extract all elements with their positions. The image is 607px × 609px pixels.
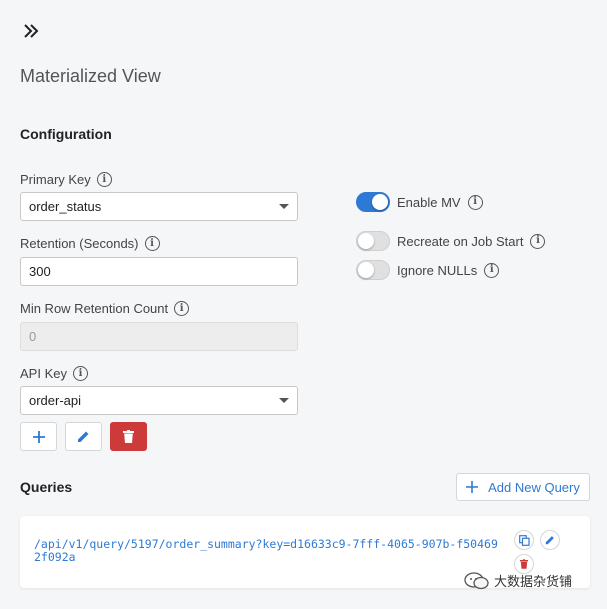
plus-icon — [466, 481, 479, 493]
info-icon[interactable]: i — [174, 301, 190, 316]
retention-label-text: Retention (Seconds) — [20, 236, 139, 251]
enable-mv-label: Enable MV — [397, 194, 461, 210]
copy-icon — [518, 534, 530, 546]
info-icon[interactable]: i — [144, 236, 160, 251]
ignore-nulls-row: Ignore NULLs i — [356, 260, 500, 280]
recreate-on-job-start-row: Recreate on Job Start i — [356, 231, 546, 251]
api-key-label-text: API Key — [20, 366, 67, 381]
add-api-key-button[interactable] — [20, 422, 57, 451]
api-key-label: API Key i — [20, 366, 88, 381]
retention-label: Retention (Seconds) i — [20, 236, 160, 251]
recreate-on-job-start-label: Recreate on Job Start — [397, 233, 524, 249]
info-icon[interactable]: i — [467, 194, 483, 210]
enable-mv-toggle[interactable] — [356, 192, 390, 212]
ignore-nulls-toggle[interactable] — [356, 260, 390, 280]
page-title: Materialized View — [20, 66, 161, 86]
add-new-query-button[interactable]: Add New Query — [456, 473, 590, 501]
primary-key-value: order_status — [29, 199, 102, 214]
edit-api-key-button[interactable] — [65, 422, 102, 451]
min-row-retention-value: 0 — [29, 329, 37, 344]
trash-icon — [520, 559, 528, 569]
queries-heading: Queries — [20, 479, 73, 495]
watermark-text: 大数据杂货铺 — [494, 574, 573, 589]
delete-api-key-button[interactable] — [110, 422, 147, 451]
min-row-retention-label: Min Row Retention Count i — [20, 301, 190, 316]
wechat-logo-icon — [464, 571, 489, 589]
info-icon[interactable]: i — [96, 172, 112, 187]
pencil-icon — [545, 536, 554, 545]
ignore-nulls-label: Ignore NULLs — [397, 262, 478, 278]
api-key-value: order-api — [29, 393, 82, 408]
retention-input[interactable]: 300 — [20, 257, 298, 286]
min-row-retention-input: 0 — [20, 322, 298, 351]
info-icon[interactable]: i — [484, 262, 500, 278]
recreate-on-job-start-toggle[interactable] — [356, 231, 390, 251]
primary-key-select[interactable]: order_status — [20, 192, 298, 221]
info-icon[interactable]: i — [72, 366, 88, 381]
watermark: 大数据杂货铺 — [464, 571, 572, 590]
api-key-select[interactable]: order-api — [20, 386, 298, 415]
pencil-icon — [78, 431, 89, 442]
edit-query-button[interactable] — [540, 530, 560, 550]
retention-value: 300 — [29, 264, 51, 279]
dropdown-caret-icon — [279, 398, 289, 403]
trash-icon — [123, 430, 134, 443]
info-icon[interactable]: i — [530, 233, 546, 249]
configuration-heading: Configuration — [20, 126, 112, 142]
add-new-query-label: Add New Query — [488, 479, 580, 495]
plus-icon — [32, 430, 45, 443]
min-row-retention-label-text: Min Row Retention Count — [20, 301, 169, 316]
expand-panel-button[interactable] — [20, 20, 42, 42]
query-url-link[interactable]: /api/v1/query/5197/order_summary?key=d16… — [34, 538, 504, 564]
copy-query-button[interactable] — [514, 530, 534, 550]
primary-key-label: Primary Key i — [20, 172, 112, 187]
double-chevron-right-icon — [24, 24, 39, 38]
enable-mv-row: Enable MV i — [356, 192, 483, 212]
primary-key-label-text: Primary Key — [20, 172, 91, 187]
dropdown-caret-icon — [279, 204, 289, 209]
